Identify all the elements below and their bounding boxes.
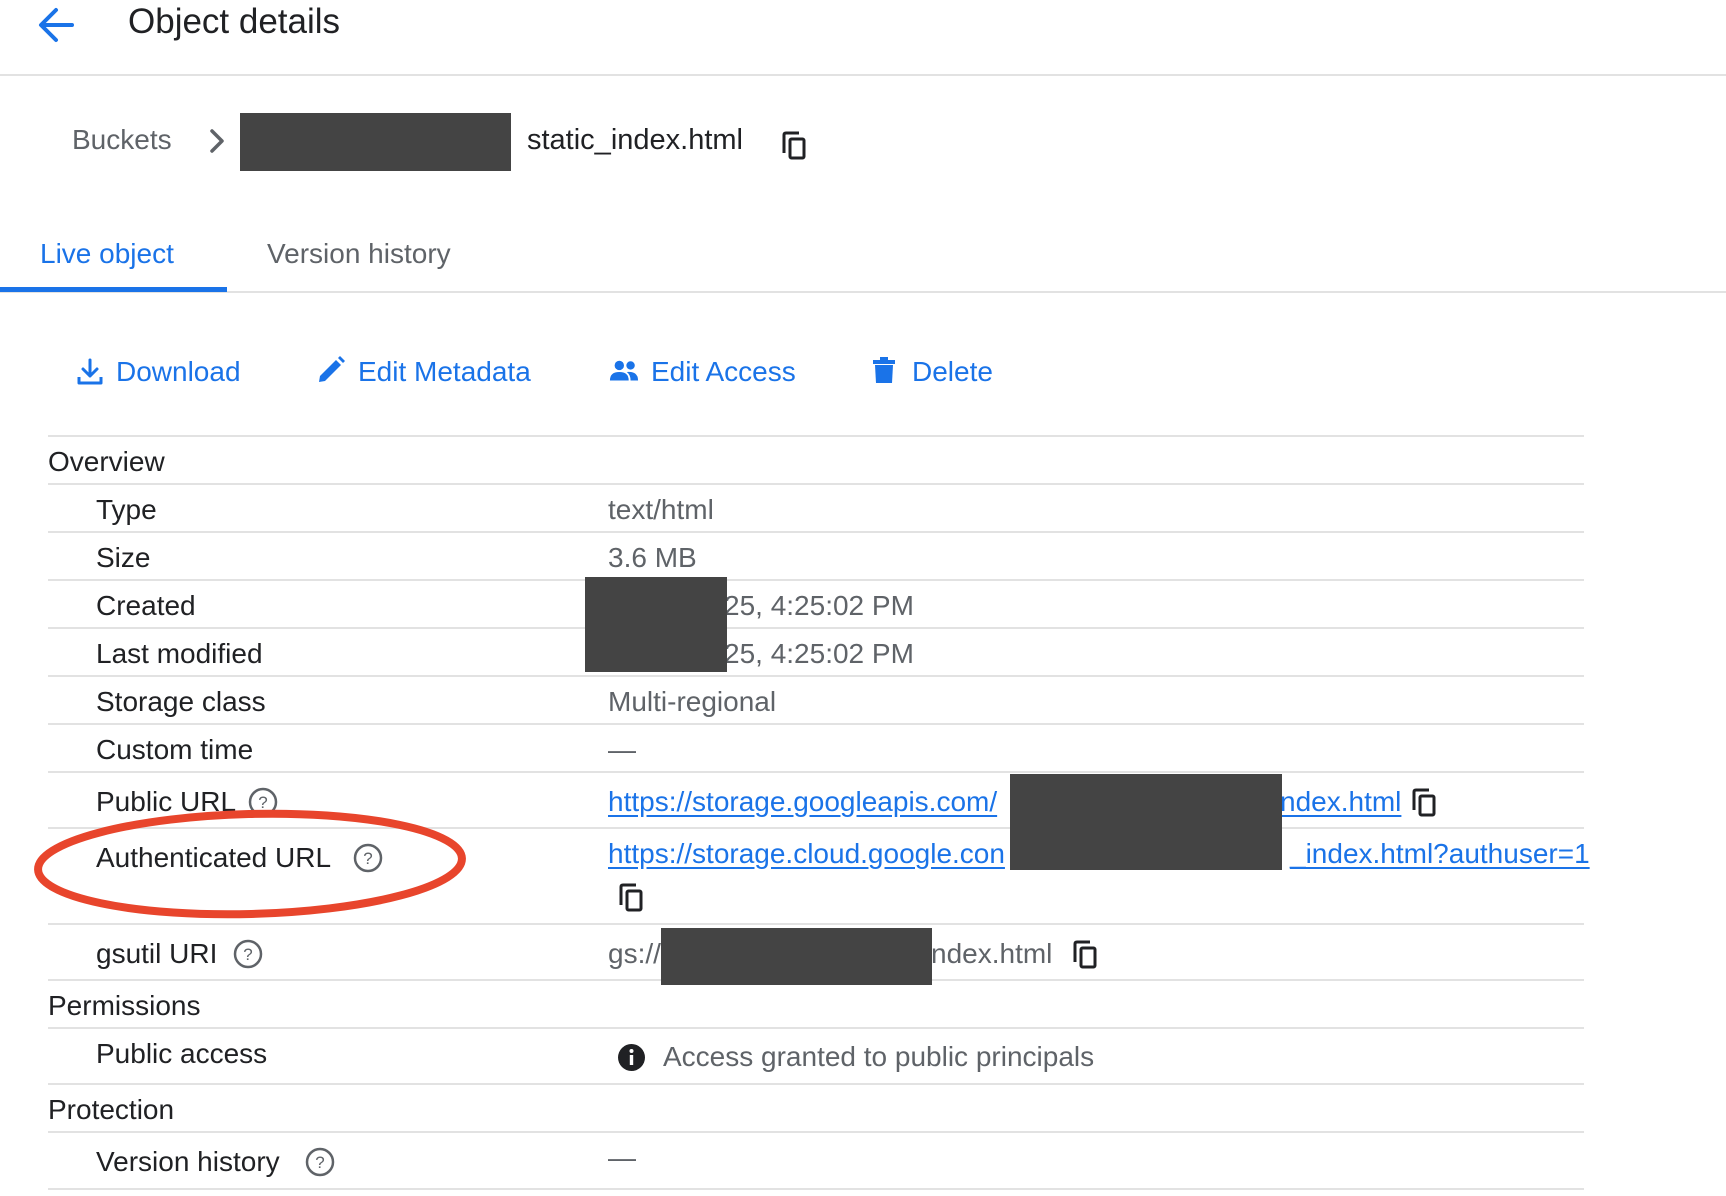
redacted-gsutil-uri	[661, 928, 932, 985]
row-divider	[48, 435, 1584, 437]
copy-icon[interactable]	[618, 883, 644, 913]
download-button[interactable]: Download	[116, 356, 241, 388]
trash-icon[interactable]	[869, 355, 899, 385]
version-history-label: Version history	[96, 1146, 280, 1177]
size-label: Size	[96, 542, 151, 573]
gsutil-uri-suffix: ndex.html	[931, 938, 1053, 969]
breadcrumb-buckets[interactable]: Buckets	[72, 124, 172, 156]
gsutil-uri-label: gsutil URI	[96, 938, 218, 969]
gsutil-uri-prefix: gs://	[608, 938, 661, 969]
storage-class-value: Multi-regional	[608, 686, 777, 717]
copy-icon[interactable]	[1072, 940, 1098, 970]
section-protection: Protection	[48, 1094, 175, 1125]
row-divider	[48, 1083, 1584, 1085]
chevron-right-icon	[210, 129, 224, 153]
authenticated-url-link[interactable]: https://storage.cloud.google.con	[608, 838, 1005, 870]
help-icon[interactable]: ?	[305, 1147, 335, 1177]
row-divider	[48, 579, 1584, 581]
help-icon[interactable]: ?	[233, 939, 263, 969]
type-label: Type	[96, 494, 157, 525]
row-divider	[48, 1188, 1584, 1190]
edit-access-button[interactable]: Edit Access	[651, 356, 796, 388]
custom-time-value: —	[608, 734, 636, 765]
svg-text:?: ?	[258, 793, 267, 812]
redacted-bucket-name	[240, 113, 511, 171]
row-divider	[48, 531, 1584, 533]
public-url-link-suffix[interactable]: ndex.html	[1280, 786, 1401, 818]
redacted-authenticated-url	[1010, 824, 1282, 870]
public-url-label: Public URL	[96, 786, 237, 817]
delete-button[interactable]: Delete	[912, 356, 993, 388]
tab-version-history[interactable]: Version history	[267, 238, 451, 270]
help-icon[interactable]: ?	[248, 787, 278, 817]
info-icon	[618, 1044, 645, 1071]
help-icon[interactable]: ?	[353, 843, 383, 873]
public-access-value: Access granted to public principals	[663, 1041, 1095, 1072]
row-divider	[48, 627, 1584, 629]
authenticated-url-link-suffix[interactable]: _index.html?authuser=1	[1290, 838, 1590, 870]
row-divider	[48, 675, 1584, 677]
arrow-left-icon[interactable]	[36, 2, 76, 48]
tabs-divider	[0, 291, 1726, 293]
edit-metadata-button[interactable]: Edit Metadata	[358, 356, 531, 388]
section-overview: Overview	[48, 446, 165, 477]
last-modified-label: Last modified	[96, 638, 263, 669]
size-value: 3.6 MB	[608, 542, 697, 573]
row-divider	[48, 923, 1584, 925]
row-divider	[48, 827, 1584, 829]
custom-time-label: Custom time	[96, 734, 254, 765]
public-url-link[interactable]: https://storage.googleapis.com/	[608, 786, 997, 818]
download-icon[interactable]	[75, 357, 105, 387]
svg-text:?: ?	[363, 849, 372, 868]
public-access-label: Public access	[96, 1038, 268, 1069]
svg-text:?: ?	[315, 1153, 324, 1172]
people-icon[interactable]	[609, 357, 639, 387]
breadcrumb-object-name: static_index.html	[527, 124, 743, 156]
row-divider	[48, 1131, 1584, 1133]
created-label: Created	[96, 590, 196, 621]
page-title: Object details	[128, 2, 341, 41]
row-divider	[48, 723, 1584, 725]
last-modified-value: 25, 4:25:02 PM	[724, 638, 914, 669]
svg-text:?: ?	[243, 945, 252, 964]
authenticated-url-label: Authenticated URL	[96, 842, 332, 873]
type-value: text/html	[608, 494, 714, 525]
section-permissions: Permissions	[48, 990, 201, 1021]
pencil-icon[interactable]	[316, 355, 346, 385]
redacted-dates	[585, 577, 727, 672]
copy-icon[interactable]	[1411, 788, 1437, 818]
copy-icon[interactable]	[781, 131, 807, 161]
version-history-value: —	[608, 1142, 636, 1173]
row-divider	[48, 1027, 1584, 1029]
active-tab-indicator	[0, 287, 227, 292]
row-divider	[48, 771, 1584, 773]
row-divider	[48, 483, 1584, 485]
tab-live-object[interactable]: Live object	[40, 238, 174, 270]
storage-class-label: Storage class	[96, 686, 266, 717]
created-value: 25, 4:25:02 PM	[724, 590, 914, 621]
